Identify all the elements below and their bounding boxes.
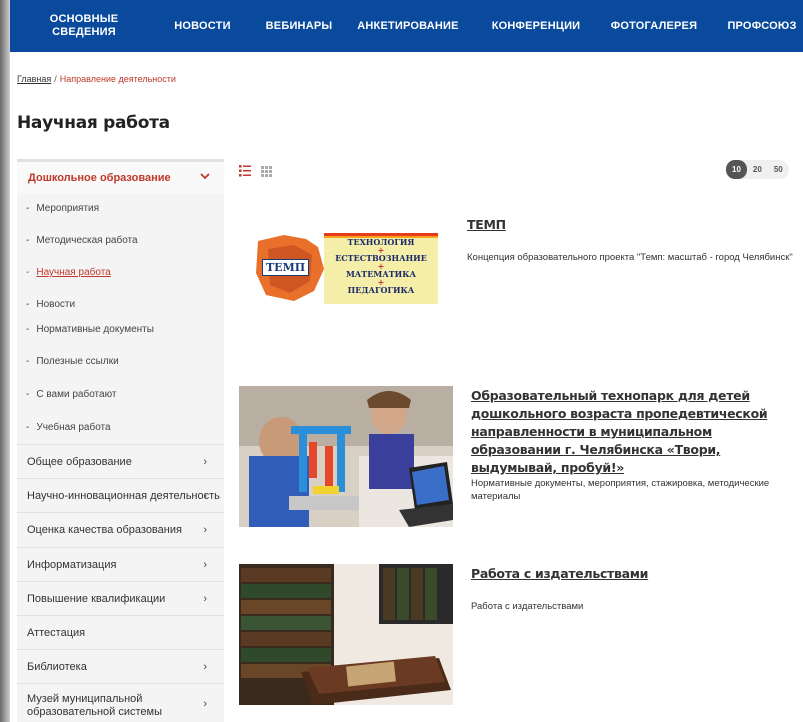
page-size-50[interactable]: 50 [768, 160, 789, 179]
sidebar-item-library[interactable]: Библиотека › [17, 649, 224, 683]
chevron-right-icon: › [203, 455, 207, 468]
sidebar-item-label: Оценка качества образования [27, 524, 182, 536]
chevron-right-icon: › [203, 592, 207, 605]
sidebar-subitem-educational[interactable]: - Учебная работа [26, 422, 111, 433]
breadcrumb-current: Направление деятельности [59, 74, 176, 84]
sidebar-subitem-label: Мероприятия [36, 203, 100, 214]
sidebar-item-qualification[interactable]: Повышение квалификации › [17, 581, 224, 615]
article-desc-technopark: Нормативные документы, мероприятия, стаж… [471, 478, 770, 502]
sidebar-item-preschool[interactable]: Дошкольное образование [17, 159, 224, 193]
chevron-right-icon: › [203, 524, 207, 536]
article-title-publishers[interactable]: Работа с издательствами [471, 565, 797, 583]
article-image-temp[interactable]: ТЕМП ТЕХНОЛОГИЯ + ЕСТЕСТВОЗНАНИЕ + МАТЕМ… [254, 229, 438, 304]
temp-logo-word: ТЕМП [262, 259, 310, 276]
page-title: Научная работа [17, 113, 170, 133]
sidebar-subitem-news[interactable]: - Новости [26, 299, 75, 310]
sidebar-item-label: Музей муниципальной образовательной сист… [27, 693, 163, 718]
sidebar-subitem-staff[interactable]: -С вами работают [26, 389, 116, 400]
page-size-selector: 10 20 50 [726, 160, 789, 179]
sidebar-subitem-research[interactable]: - Научная работа [26, 267, 111, 278]
sidebar-item-label: Научно-инновационная деятельность [27, 489, 220, 502]
nav-item-webinars[interactable]: ВЕБИНАРЫ [258, 0, 340, 52]
sidebar-subitem-methodical[interactable]: - Методическая работа [26, 235, 138, 246]
sidebar-item-label: Повышение квалификации [27, 592, 166, 605]
sidebar-subitem-regulations[interactable]: - Нормативные документы [26, 324, 154, 335]
sidebar-item-label: Информатизация [27, 558, 117, 571]
sidebar-item-informatization[interactable]: Информатизация › [17, 547, 224, 581]
sidebar-item-label: Аттестация [27, 626, 86, 639]
sidebar-item-label: Общее образование [27, 455, 132, 468]
temp-logo-text: ТЕХНОЛОГИЯ + ЕСТЕСТВОЗНАНИЕ + МАТЕМАТИКА… [326, 238, 436, 294]
sidebar-subitem-label: С вами работают [36, 389, 117, 400]
chevron-down-icon[interactable] [200, 171, 210, 183]
sidebar-subitem-events[interactable]: - Мероприятия [26, 203, 99, 214]
article-image-technopark[interactable] [239, 386, 453, 527]
nav-item-conferences[interactable]: КОНФЕРЕНЦИИ [486, 0, 586, 52]
nav-item-basic-info[interactable]: ОСНОВНЫЕ СВЕДЕНИЯ [35, 0, 133, 52]
page-size-10[interactable]: 10 [726, 160, 747, 179]
nav-item-news[interactable]: НОВОСТИ [165, 0, 240, 52]
sidebar-subitem-links[interactable]: - Полезные ссылки [26, 356, 119, 367]
chevron-right-icon: › [203, 698, 207, 710]
sidebar-subitem-label: Полезные ссылки [36, 356, 119, 367]
article-desc-temp: Концепция образовательного проекта "Темп… [467, 252, 793, 263]
sidebar-item-general-education[interactable]: Общее образование › [17, 444, 224, 478]
sidebar-item-museum[interactable]: Музей муниципальной образовательной сист… [17, 683, 224, 722]
sidebar-subitem-label: Учебная работа [36, 422, 111, 433]
sidebar-item-attestation[interactable]: Аттестация [17, 615, 224, 649]
article-desc-publishers: Работа с издательствами [471, 601, 584, 612]
nav-item-photo-gallery[interactable]: ФОТОГАЛЕРЕЯ [604, 0, 704, 52]
article-image-publishers[interactable] [239, 564, 453, 705]
nav-item-surveys[interactable]: АНКЕТИРОВАНИЕ [353, 0, 463, 52]
chevron-right-icon: › [203, 489, 207, 502]
sidebar-item-label: Дошкольное образование [28, 171, 171, 184]
sidebar-item-label: Библиотека [27, 660, 87, 673]
sidebar-item-innovation[interactable]: Научно-инновационная деятельность › [17, 478, 224, 512]
temp-logo-line: ПЕДАГОГИКА [347, 285, 415, 295]
breadcrumb: Главная / Направление деятельности [17, 74, 176, 84]
breadcrumb-home-link[interactable]: Главная [17, 74, 51, 84]
top-navigation: ОСНОВНЫЕ СВЕДЕНИЯ НОВОСТИ ВЕБИНАРЫ АНКЕТ… [10, 0, 803, 52]
sidebar-subitem-label: Новости [36, 299, 76, 310]
chevron-right-icon: › [203, 660, 207, 673]
article-title-technopark[interactable]: Образовательный технопарк для детей дошк… [471, 387, 797, 477]
sidebar-subitem-label: Нормативные документы [36, 324, 154, 335]
list-view-icon[interactable] [239, 164, 251, 177]
breadcrumb-separator: / [54, 74, 57, 84]
sidebar-subitem-label: Научная работа [36, 267, 111, 278]
grid-view-icon[interactable] [261, 164, 272, 177]
window-edge [0, 0, 10, 722]
sidebar-item-quality-assessment[interactable]: Оценка качества образования › [17, 512, 224, 547]
sidebar: Дошкольное образование - Мероприятия - Мет… [17, 159, 224, 722]
chevron-right-icon: › [203, 558, 207, 571]
article-title-temp[interactable]: ТЕМП [467, 216, 797, 234]
sidebar-subitem-label: Методическая работа [36, 235, 138, 246]
page-size-20[interactable]: 20 [747, 160, 768, 179]
nav-item-trade-union[interactable]: ПРОФСОЮЗ [722, 0, 802, 52]
